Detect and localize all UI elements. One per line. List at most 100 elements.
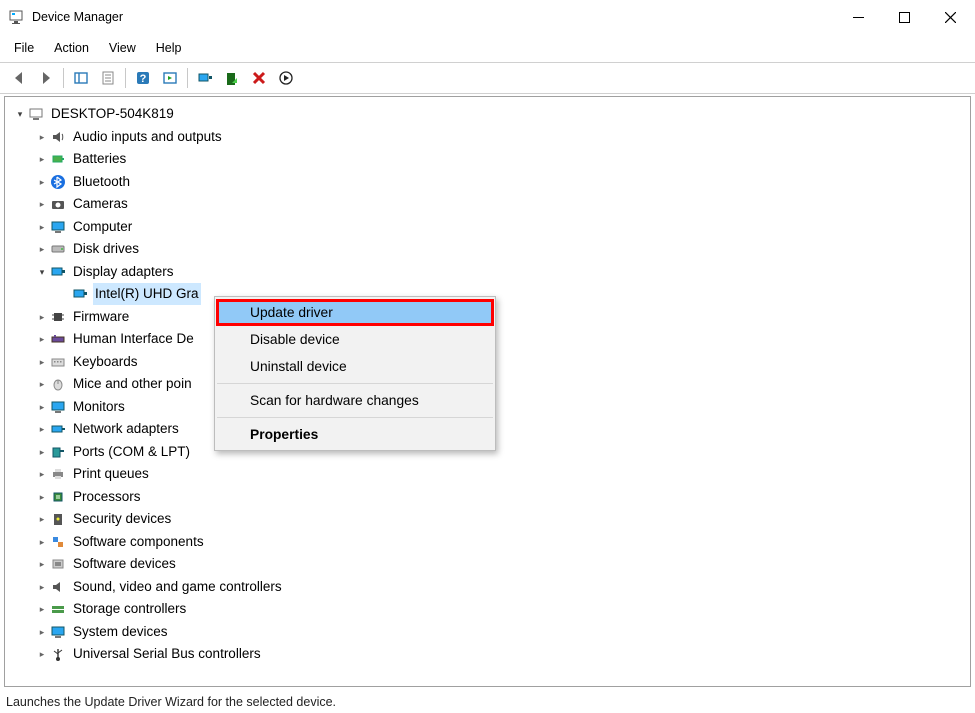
tree-item-audio[interactable]: ▸ Audio inputs and outputs	[13, 126, 962, 149]
chevron-right-icon[interactable]: ▸	[35, 553, 49, 575]
tree-item-label: Human Interface De	[71, 328, 196, 350]
menubar: File Action View Help	[0, 34, 975, 62]
tree-item-label: Intel(R) UHD Gra	[93, 283, 201, 305]
tree-item-label: Universal Serial Bus controllers	[71, 643, 263, 665]
storage-controller-icon	[49, 600, 67, 618]
chevron-right-icon[interactable]: ▸	[35, 171, 49, 193]
speaker-icon	[49, 128, 67, 146]
window-title: Device Manager	[32, 10, 835, 24]
context-item-label: Properties	[250, 427, 318, 442]
tree-item-label: Keyboards	[71, 351, 140, 373]
tree-item-computer[interactable]: ▸ Computer	[13, 216, 962, 239]
tree-item-disk-drives[interactable]: ▸ Disk drives	[13, 238, 962, 261]
monitor-icon	[49, 218, 67, 236]
tree-item-usb[interactable]: ▸ Universal Serial Bus controllers	[13, 643, 962, 666]
chevron-right-icon[interactable]: ▸	[35, 621, 49, 643]
tree-item-label: Processors	[71, 486, 143, 508]
chevron-right-icon[interactable]: ▸	[35, 508, 49, 530]
chevron-right-icon[interactable]: ▸	[35, 463, 49, 485]
network-icon	[49, 420, 67, 438]
tree-item-label: Cameras	[71, 193, 130, 215]
uninstall-toolbar-button[interactable]	[246, 65, 272, 91]
battery-icon	[49, 150, 67, 168]
tree-item-storage[interactable]: ▸Storage controllers	[13, 598, 962, 621]
toolbar-separator	[125, 68, 126, 88]
chevron-right-icon[interactable]: ▸	[35, 396, 49, 418]
chevron-right-icon[interactable]: ▸	[35, 531, 49, 553]
menu-help[interactable]: Help	[146, 37, 192, 59]
chevron-right-icon[interactable]: ▸	[35, 576, 49, 598]
tree-item-batteries[interactable]: ▸Batteries	[13, 148, 962, 171]
computer-icon	[27, 105, 45, 123]
tree-item-sound[interactable]: ▸ Sound, video and game controllers	[13, 576, 962, 599]
chevron-right-icon[interactable]: ▸	[35, 418, 49, 440]
tree-item-processors[interactable]: ▸ Processors	[13, 486, 962, 509]
chevron-right-icon[interactable]: ▸	[35, 643, 49, 665]
tree-item-system[interactable]: ▸System devices	[13, 621, 962, 644]
show-hide-console-button[interactable]	[68, 65, 94, 91]
minimize-button[interactable]	[835, 0, 881, 34]
menu-view[interactable]: View	[99, 37, 146, 59]
tree-item-software-components[interactable]: ▸Software components	[13, 531, 962, 554]
maximize-button[interactable]	[881, 0, 927, 34]
tree-item-label: Sound, video and game controllers	[71, 576, 284, 598]
sound-icon	[49, 578, 67, 596]
chevron-right-icon[interactable]: ▸	[35, 486, 49, 508]
menu-file[interactable]: File	[4, 37, 44, 59]
tree-item-print-queues[interactable]: ▸Print queues	[13, 463, 962, 486]
app-icon	[8, 9, 24, 25]
tree-item-label: Disk drives	[71, 238, 141, 260]
scan-toolbar-button[interactable]	[157, 65, 183, 91]
tree-item-display-adapters[interactable]: ▾ Display adapters	[13, 261, 962, 284]
tree-item-label: Security devices	[71, 508, 173, 530]
toolbar-separator	[187, 68, 188, 88]
chevron-right-icon[interactable]: ▸	[35, 238, 49, 260]
chevron-down-icon[interactable]: ▾	[13, 103, 27, 125]
tree-item-bluetooth[interactable]: ▸Bluetooth	[13, 171, 962, 194]
tree-item-label: Mice and other poin	[71, 373, 194, 395]
context-scan-hardware[interactable]: Scan for hardware changes	[216, 387, 494, 414]
tree-item-cameras[interactable]: ▸ Cameras	[13, 193, 962, 216]
chevron-right-icon[interactable]: ▸	[35, 441, 49, 463]
properties-toolbar-button[interactable]	[95, 65, 121, 91]
tree-item-label: Software devices	[71, 553, 178, 575]
chevron-right-icon[interactable]: ▸	[35, 306, 49, 328]
tree-root[interactable]: ▾ DESKTOP-504K819	[13, 103, 962, 126]
tree-item-label: Display adapters	[71, 261, 176, 283]
context-uninstall-device[interactable]: Uninstall device	[216, 353, 494, 380]
forward-button[interactable]	[33, 65, 59, 91]
chevron-down-icon[interactable]: ▾	[35, 261, 49, 283]
enable-device-toolbar-button[interactable]	[273, 65, 299, 91]
tree-root-label: DESKTOP-504K819	[49, 103, 176, 125]
context-disable-device[interactable]: Disable device	[216, 326, 494, 353]
help-button[interactable]: ?	[130, 65, 156, 91]
mouse-icon	[49, 375, 67, 393]
install-driver-toolbar-button[interactable]	[219, 65, 245, 91]
disk-icon	[49, 240, 67, 258]
chevron-right-icon[interactable]: ▸	[35, 148, 49, 170]
context-item-label: Uninstall device	[250, 359, 347, 374]
security-icon	[49, 510, 67, 528]
chevron-right-icon[interactable]: ▸	[35, 351, 49, 373]
context-properties[interactable]: Properties	[216, 421, 494, 448]
tree-item-software-devices[interactable]: ▸ Software devices	[13, 553, 962, 576]
back-button[interactable]	[6, 65, 32, 91]
menu-action[interactable]: Action	[44, 37, 99, 59]
tree-item-label: Computer	[71, 216, 134, 238]
close-button[interactable]	[927, 0, 973, 34]
chevron-right-icon[interactable]: ▸	[35, 373, 49, 395]
chevron-right-icon[interactable]: ▸	[35, 126, 49, 148]
tree-item-label: Audio inputs and outputs	[71, 126, 224, 148]
chevron-right-icon[interactable]: ▸	[35, 216, 49, 238]
chevron-right-icon[interactable]: ▸	[35, 598, 49, 620]
chevron-right-icon[interactable]: ▸	[35, 328, 49, 350]
tree-item-security[interactable]: ▸ Security devices	[13, 508, 962, 531]
context-item-label: Update driver	[250, 305, 333, 320]
context-item-label: Disable device	[250, 332, 340, 347]
titlebar: Device Manager	[0, 0, 975, 34]
context-update-driver[interactable]: Update driver	[216, 299, 494, 326]
chevron-right-icon[interactable]: ▸	[35, 193, 49, 215]
monitor-icon	[49, 398, 67, 416]
port-icon	[49, 443, 67, 461]
update-driver-toolbar-button[interactable]	[192, 65, 218, 91]
